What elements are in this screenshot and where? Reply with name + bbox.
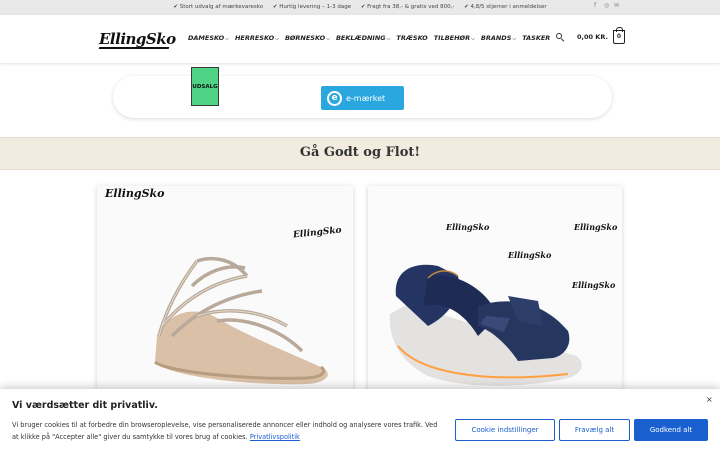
emaerket-label: e-mærket xyxy=(346,93,386,103)
banner-title: Gå Godt og Flot! xyxy=(299,145,421,160)
nav-item-herresko[interactable]: HERRESKO⌵ xyxy=(235,34,279,42)
cart-icon[interactable]: 0 xyxy=(612,27,625,44)
chevron-down-icon: ⌵ xyxy=(225,36,229,42)
facebook-icon[interactable]: f xyxy=(594,3,600,9)
chevron-down-icon: ⌵ xyxy=(512,36,517,42)
usp-item: ✔ Stort udvalg af mærkevaresko xyxy=(173,4,264,10)
product-image-sandal-navy xyxy=(368,186,622,396)
cart-total[interactable]: 0,00 KR. xyxy=(577,33,608,41)
privacy-policy-link[interactable]: Privatlivspolitik xyxy=(250,433,300,441)
main-nav: DAMESKO⌵ HERRESKO⌵ BØRNESKO⌵ BEKLÆDNING⌵… xyxy=(188,34,556,42)
chevron-down-icon: ⌵ xyxy=(275,36,279,42)
usp-item: ✔ 4,8/5 stjerner i anmeldelser xyxy=(464,4,547,10)
cookie-settings-button[interactable]: Cookie indstillinger xyxy=(455,419,555,441)
nav-item-beklaedning[interactable]: BEKLÆDNING⌵ xyxy=(336,34,390,42)
nav-item-bornesko[interactable]: BØRNESKO⌵ xyxy=(285,34,330,42)
watermark-logo: EllingSko xyxy=(574,222,618,232)
chevron-down-icon: ⌵ xyxy=(326,36,330,42)
watermark-logo: EllingSko xyxy=(446,222,490,232)
site-header: EllingSko DAMESKO⌵ HERRESKO⌵ BØRNESKO⌵ B… xyxy=(0,15,720,63)
nav-item-damesko[interactable]: DAMESKO⌵ xyxy=(188,34,229,42)
hero-banner: Gå Godt og Flot! xyxy=(0,137,720,170)
close-icon[interactable]: × xyxy=(706,395,713,404)
logo-text: EllingSko xyxy=(99,30,176,48)
header-actions: 0,00 KR. 0 xyxy=(556,27,625,44)
search-icon[interactable] xyxy=(556,32,565,42)
udsalg-badge[interactable]: UDSALG xyxy=(191,67,219,106)
watermark-logo: EllingSko xyxy=(508,250,552,260)
email-icon[interactable]: ✉ xyxy=(614,3,620,9)
cart-count: 0 xyxy=(616,33,622,40)
reject-all-button[interactable]: Fravælg alt xyxy=(559,419,630,441)
accept-all-button[interactable]: Godkend alt xyxy=(634,419,708,441)
product-card[interactable]: EllingSko EllingSko EllingSko EllingSko xyxy=(368,186,622,396)
nav-item-tasker[interactable]: TASKER xyxy=(522,34,550,42)
cookie-text: Vi bruger cookies til at forbedre din br… xyxy=(12,421,438,441)
watermark-logo: EllingSko xyxy=(572,280,616,290)
product-image-sandal-gold xyxy=(97,186,353,396)
nav-item-brands[interactable]: BRANDS⌵ xyxy=(481,34,516,42)
usp-item: ✔ Hurtig levering – 1-3 dage xyxy=(272,4,352,10)
top-usp-bar: ✔ Stort udvalg af mærkevaresko ✔ Hurtig … xyxy=(0,0,720,15)
usp-item: ✔ Fragt fra 38,- & gratis ved 800,- xyxy=(360,4,455,10)
logo-underline xyxy=(98,47,170,49)
instagram-icon[interactable]: ◎ xyxy=(604,3,610,9)
nav-item-tilbehor[interactable]: TILBEHØR⌵ xyxy=(434,34,475,42)
watermark-logo: EllingSko xyxy=(105,187,165,200)
chevron-down-icon: ⌵ xyxy=(386,36,391,42)
emaerket-icon: e xyxy=(327,90,342,106)
chevron-down-icon: ⌵ xyxy=(471,36,475,42)
site-logo[interactable]: EllingSko xyxy=(98,30,176,52)
emaerket-badge[interactable]: e e-mærket xyxy=(321,86,404,110)
social-links: f ◎ ✉ xyxy=(594,3,620,9)
product-card[interactable]: EllingSko EllingSko xyxy=(97,186,353,396)
cookie-title: Vi værdsætter dit privatliv. xyxy=(12,400,158,411)
nav-item-traesko[interactable]: TRÆSKO xyxy=(396,34,427,42)
